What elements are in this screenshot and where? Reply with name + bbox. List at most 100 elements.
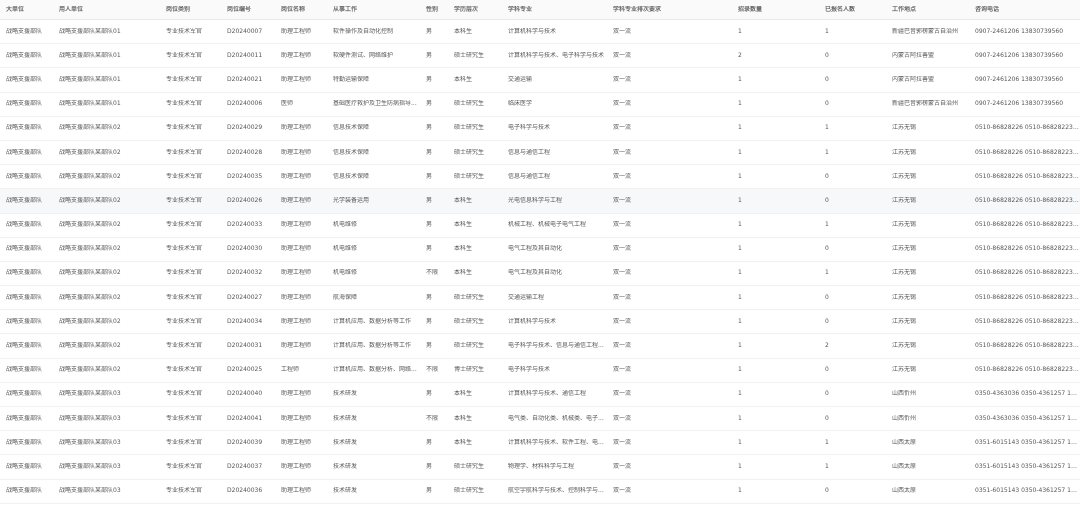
cell-post-name: 助理工程师	[281, 27, 312, 35]
cell-post-category: 专业技术军官	[166, 438, 203, 446]
cell-major-rank: 双一流	[613, 172, 632, 180]
column-header-big-unit[interactable]: 大单位	[0, 6, 53, 14]
cell-applicants: 0	[825, 366, 829, 374]
table-row[interactable]: 战略支援部队 战略支援部队某部队01 专业技术军官 D20240007 助理工程师 软件操…	[0, 20, 1080, 45]
cell-big-unit: 战略支援部队	[6, 317, 43, 325]
table-row[interactable]: 战略支援部队 战略支援部队某部队02 专业技术军官 D20240026 助理工程师 光学装…	[0, 189, 1080, 214]
column-header-location[interactable]: 工作地点	[886, 6, 969, 14]
cell-post-name: 医师	[281, 100, 294, 108]
column-header-phone[interactable]: 咨询电话	[969, 6, 1080, 14]
cell-big-unit: 战略支援部队	[6, 414, 43, 422]
cell-post-id: D20240033	[227, 221, 263, 229]
cell-work-content: 光学装备运用	[333, 196, 370, 204]
cell-post-category: 专业技术军官	[166, 124, 203, 132]
cell-education: 本科生	[454, 27, 473, 35]
cell-major-rank: 双一流	[613, 366, 632, 374]
cell-major: 计算机科学与技术、电子科学与技术	[508, 51, 605, 59]
cell-applicants: 1	[825, 438, 829, 446]
recruitment-table: 大单位 用人单位 岗位类别 岗位编号 岗位名称 从事工作 性别 学历层次 学科专业 学科专业排次要…	[0, 0, 1080, 504]
cell-education: 硕士研究生	[454, 51, 485, 59]
column-header-major-rank[interactable]: 学科专业排次要求	[607, 6, 732, 14]
cell-quota: 1	[738, 366, 742, 374]
cell-location: 江苏无锡	[892, 196, 917, 204]
column-header-work-content[interactable]: 从事工作	[327, 6, 420, 14]
cell-major-rank: 双一流	[613, 414, 632, 422]
cell-post-category: 专业技术军官	[166, 317, 203, 325]
column-header-gender[interactable]: 性别	[420, 6, 448, 14]
cell-post-name: 助理工程师	[281, 390, 312, 398]
cell-phone: 0907-2461206 13830739560	[975, 75, 1064, 83]
cell-big-unit: 战略支援部队	[6, 366, 43, 374]
cell-location: 内蒙古阿拉善盟	[892, 51, 935, 59]
column-header-education[interactable]: 学历层次	[448, 6, 502, 14]
table-row[interactable]: 战略支援部队 战略支援部队某部队03 专业技术军官 D20240041 助理工程师 技术研…	[0, 407, 1080, 432]
cell-work-content: 信息技术保障	[333, 148, 370, 156]
cell-post-id: D20240034	[227, 317, 263, 325]
cell-phone: 0350-4363036 0350-4361257 13369...	[975, 414, 1080, 422]
table-row[interactable]: 战略支援部队 战略支援部队某部队01 专业技术军官 D20240011 助理工程师 软硬件…	[0, 44, 1080, 69]
cell-post-name: 助理工程师	[281, 148, 312, 156]
table-row[interactable]: 战略支援部队 战略支援部队某部队03 专业技术军官 D20240040 助理工程师 技术研…	[0, 383, 1080, 407]
cell-gender: 男	[426, 100, 433, 108]
table-row[interactable]: 战略支援部队 战略支援部队某部队02 专业技术军官 D20240029 助理工程师 信息技…	[0, 117, 1080, 141]
column-header-post-category[interactable]: 岗位类别	[160, 6, 221, 14]
column-header-employer[interactable]: 用人单位	[53, 6, 160, 14]
cell-education: 本科生	[454, 390, 473, 398]
table-row[interactable]: 战略支援部队 战略支援部队某部队02 专业技术军官 D20240030 助理工程师 机电维…	[0, 238, 1080, 262]
cell-post-id: D20240027	[227, 293, 263, 301]
cell-major-rank: 双一流	[613, 390, 632, 398]
column-header-quota[interactable]: 招录数量	[732, 6, 819, 14]
cell-post-name: 助理工程师	[281, 124, 312, 132]
table-row[interactable]: 战略支援部队 战略支援部队某部队02 专业技术军官 D20240031 助理工程师 计算机…	[0, 334, 1080, 359]
table-row[interactable]: 战略支援部队 战略支援部队某部队02 专业技术军官 D20240034 助理工程师 计算机…	[0, 310, 1080, 335]
cell-gender: 男	[426, 148, 433, 156]
table-row[interactable]: 战略支援部队 战略支援部队某部队01 专业技术军官 D20240021 助理工程师 特勤运…	[0, 68, 1080, 93]
cell-employer: 战略支援部队某部队03	[59, 438, 121, 446]
table-row[interactable]: 战略支援部队 战略支援部队某部队02 专业技术军官 D20240035 助理工程师 信息技…	[0, 165, 1080, 190]
table-row[interactable]: 战略支援部队 战略支援部队某部队02 专业技术军官 D20240033 助理工程师 机电维…	[0, 214, 1080, 238]
table-row[interactable]: 战略支援部队 战略支援部队某部队02 专业技术军官 D20240028 助理工程师 信息技…	[0, 141, 1080, 166]
cell-phone: 0510-86828226 0510-86828223 152...	[975, 269, 1080, 277]
table-row[interactable]: 战略支援部队 战略支援部队某部队02 专业技术军官 D20240032 助理工程师 机电维…	[0, 262, 1080, 287]
cell-location: 江苏无锡	[892, 172, 917, 180]
cell-employer: 战略支援部队某部队02	[59, 245, 121, 253]
cell-location: 江苏无锡	[892, 317, 917, 325]
cell-major: 机械工程、机械电子电气工程	[508, 221, 587, 229]
table-row[interactable]: 战略支援部队 战略支援部队某部队03 专业技术军官 D20240036 助理工程师 技术研…	[0, 480, 1080, 504]
cell-gender: 男	[426, 317, 433, 325]
cell-education: 本科生	[454, 414, 473, 422]
cell-applicants: 1	[825, 221, 829, 229]
cell-applicants: 1	[825, 269, 829, 277]
cell-employer: 战略支援部队某部队01	[59, 100, 121, 108]
column-header-post-name[interactable]: 岗位名称	[275, 6, 327, 14]
table-row[interactable]: 战略支援部队 战略支援部队某部队03 专业技术军官 D20240039 助理工程师 技术研…	[0, 431, 1080, 456]
table-row[interactable]: 战略支援部队 战略支援部队某部队02 专业技术军官 D20240025 工程师 计算机应用…	[0, 359, 1080, 383]
table-row[interactable]: 战略支援部队 战略支援部队某部队03 专业技术军官 D20240037 助理工程师 技术研…	[0, 455, 1080, 480]
cell-post-category: 专业技术军官	[166, 390, 203, 398]
cell-post-name: 助理工程师	[281, 75, 312, 83]
cell-major-rank: 双一流	[613, 196, 632, 204]
cell-employer: 战略支援部队某部队02	[59, 148, 121, 156]
cell-work-content: 计算机应用、数据分析等工作	[333, 317, 412, 325]
cell-employer: 战略支援部队某部队02	[59, 196, 121, 204]
cell-post-name: 助理工程师	[281, 172, 312, 180]
table-row[interactable]: 战略支援部队 战略支援部队某部队01 专业技术军官 D20240006 医师 基础医疗救护…	[0, 93, 1080, 117]
cell-major-rank: 双一流	[613, 487, 632, 495]
cell-phone: 0351-6015143 0350-4361257 13369...	[975, 438, 1080, 446]
table-row[interactable]: 战略支援部队 战略支援部队某部队02 专业技术军官 D20240027 助理工程师 航海保…	[0, 286, 1080, 311]
cell-big-unit: 战略支援部队	[6, 245, 43, 253]
cell-big-unit: 战略支援部队	[6, 100, 43, 108]
column-header-major[interactable]: 学科专业	[502, 6, 607, 14]
cell-big-unit: 战略支援部队	[6, 293, 43, 301]
cell-major-rank: 双一流	[613, 148, 632, 156]
cell-location: 江苏无锡	[892, 148, 917, 156]
cell-post-id: D20240025	[227, 366, 263, 374]
cell-major: 电子科学与技术	[508, 366, 551, 374]
cell-applicants: 0	[825, 75, 829, 83]
column-header-post-id[interactable]: 岗位编号	[221, 6, 275, 14]
cell-major-rank: 双一流	[613, 27, 632, 35]
cell-work-content: 技术研发	[333, 390, 358, 398]
column-header-applicants[interactable]: 已报名人数	[819, 6, 886, 14]
cell-post-id: D20240011	[227, 51, 263, 59]
cell-post-id: D20240031	[227, 342, 263, 350]
